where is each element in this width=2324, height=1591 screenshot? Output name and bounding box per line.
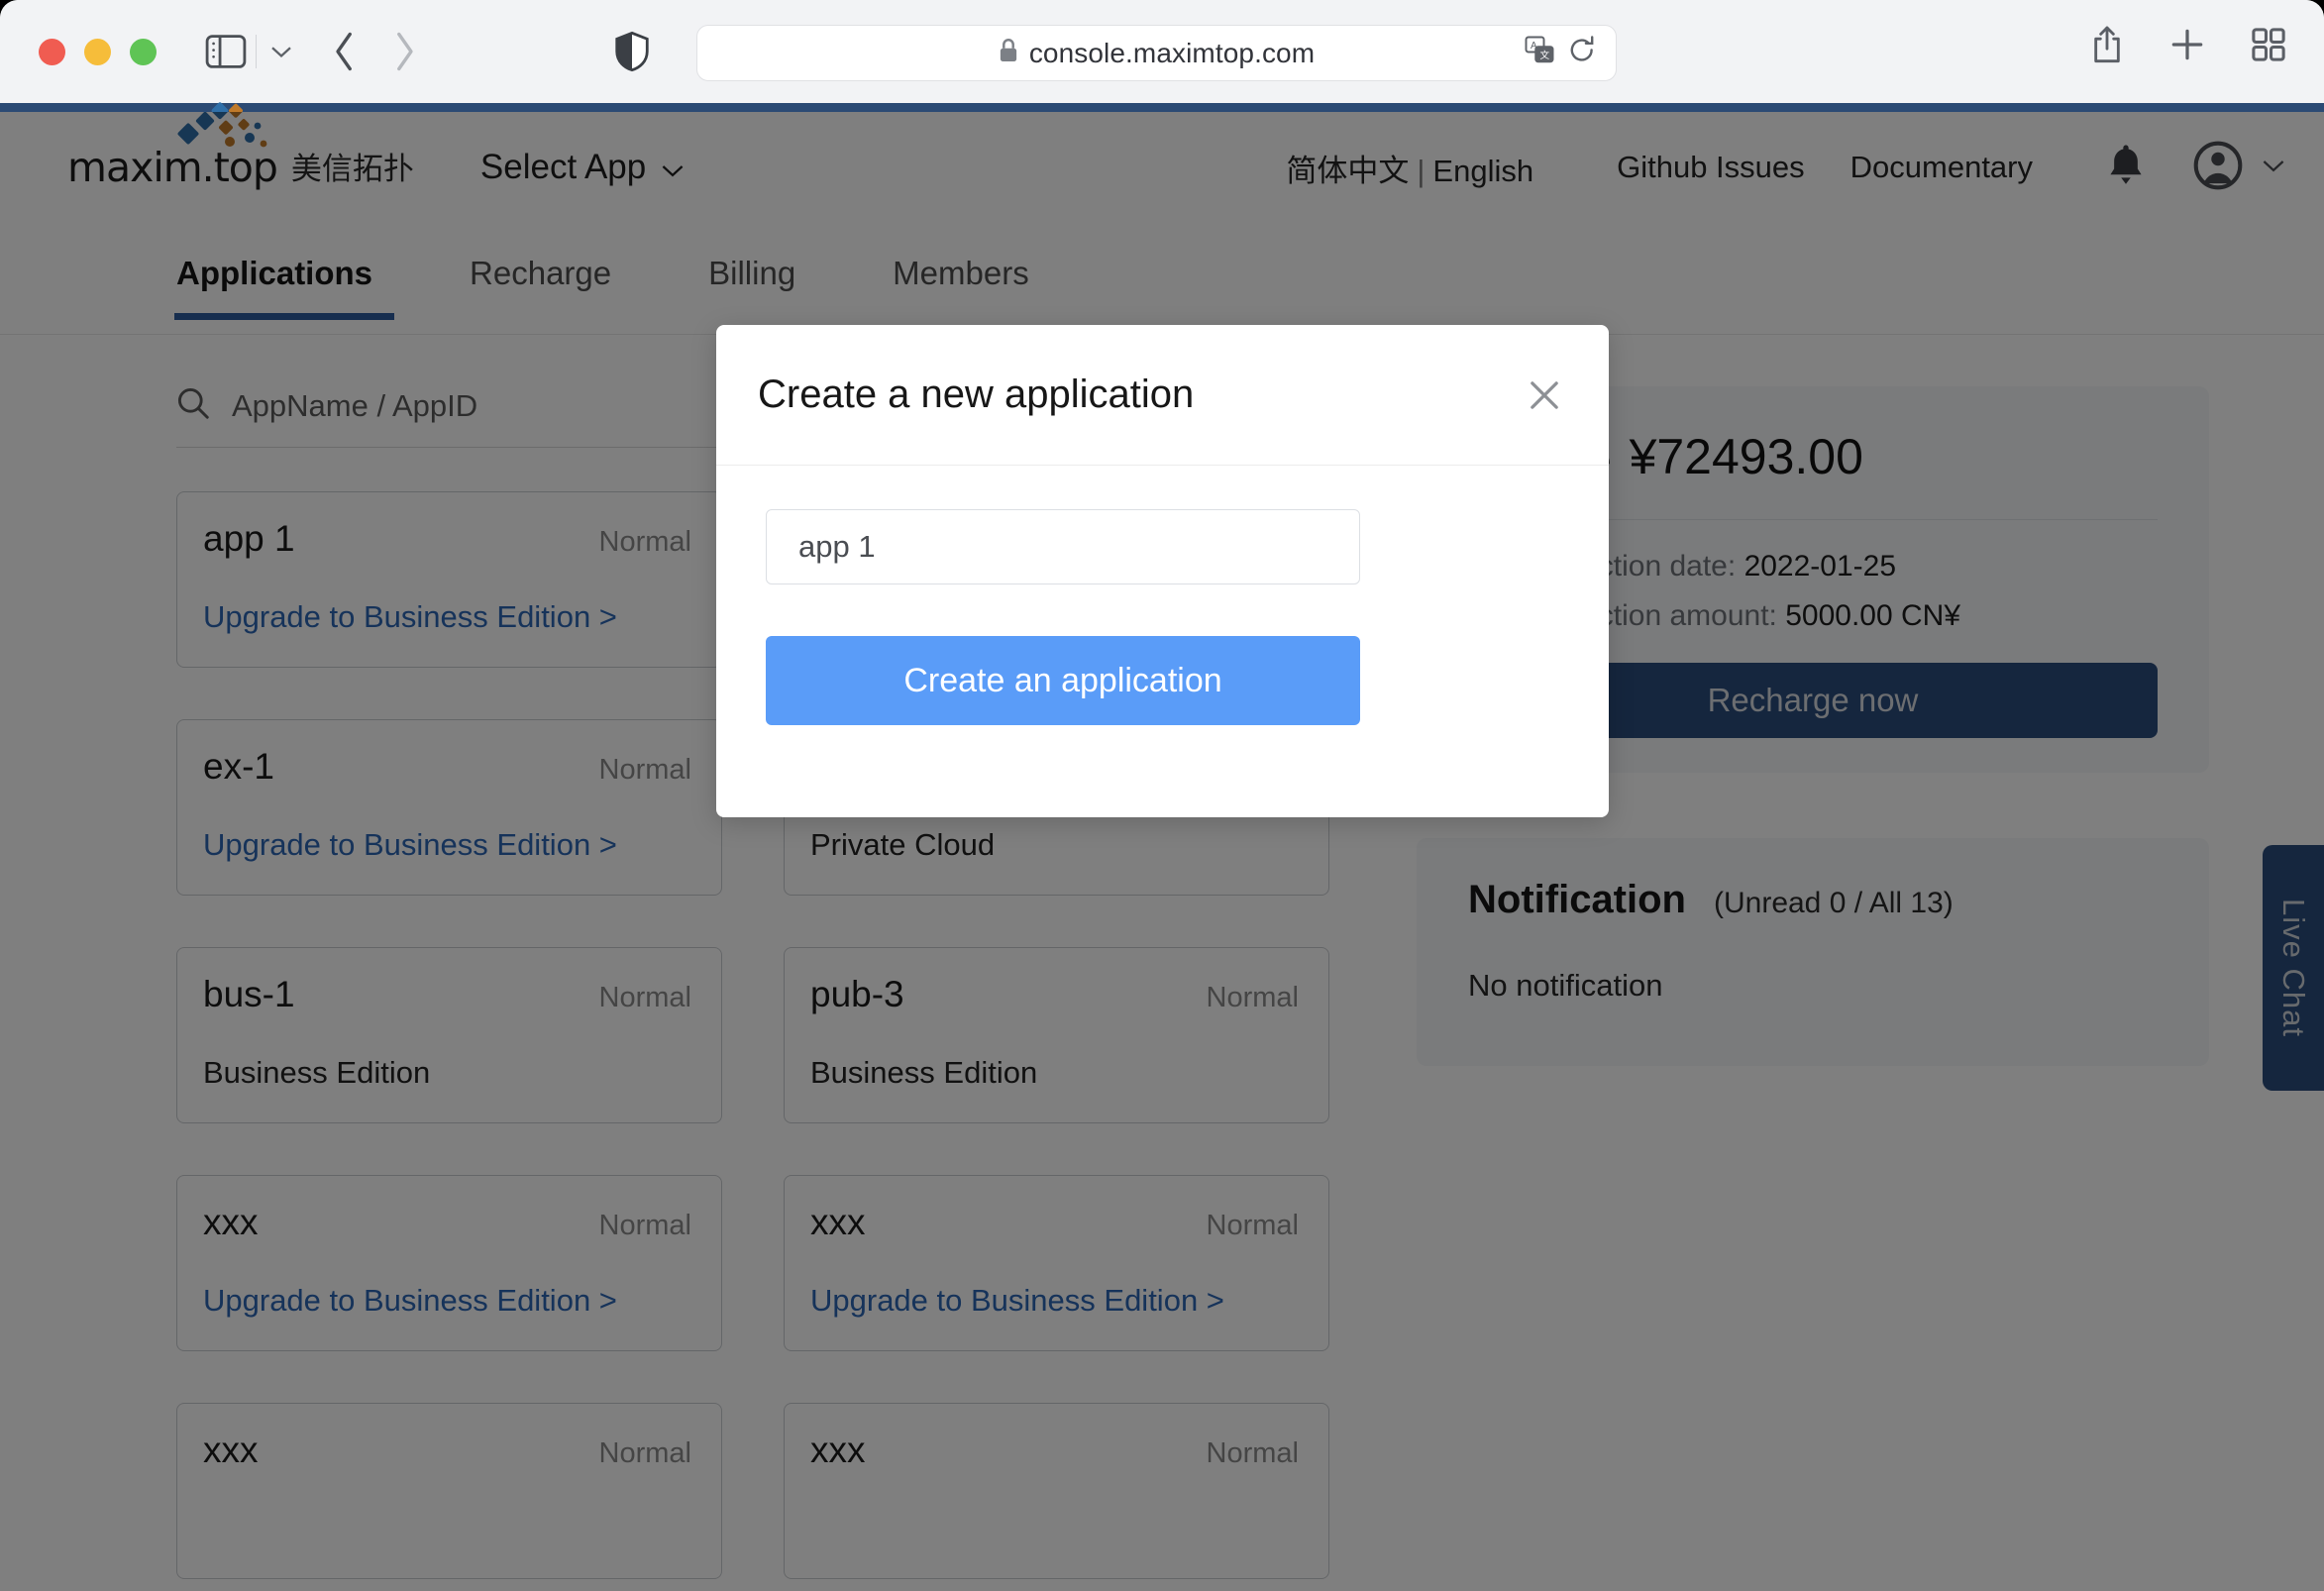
svg-text:文: 文 (1539, 50, 1549, 61)
sidebar-toggle-icon[interactable] (200, 27, 252, 76)
translate-icon[interactable]: A 文 (1525, 36, 1554, 70)
browser-toolbar: console.maximtop.com A 文 (0, 0, 2324, 103)
plus-icon[interactable] (2169, 27, 2205, 67)
toolbar-divider (256, 35, 257, 68)
browser-window: console.maximtop.com A 文 Create a new ap… (0, 0, 2324, 1591)
tab-overview-icon[interactable] (2251, 27, 2286, 67)
page-top-accent-bar (0, 103, 2324, 112)
forward-arrow-icon[interactable] (387, 29, 421, 74)
app-name-input[interactable]: app 1 (766, 509, 1360, 584)
close-window-button[interactable] (39, 38, 65, 65)
create-application-button[interactable]: Create an application (766, 636, 1360, 725)
share-icon[interactable] (2090, 25, 2124, 69)
address-bar[interactable]: console.maximtop.com A 文 (696, 25, 1617, 81)
url-text: console.maximtop.com (1028, 37, 1316, 68)
modal-title: Create a new application (758, 372, 1195, 416)
reload-icon[interactable] (1568, 36, 1596, 70)
create-application-modal: Create a new application app 1 Create an… (716, 325, 1609, 817)
chevron-down-icon[interactable] (261, 27, 302, 76)
maximize-window-button[interactable] (130, 38, 157, 65)
minimize-window-button[interactable] (84, 38, 111, 65)
close-icon[interactable] (1526, 376, 1563, 414)
back-arrow-icon[interactable] (328, 29, 362, 74)
shield-icon[interactable] (615, 31, 649, 72)
window-traffic-lights (39, 38, 157, 65)
lock-icon (999, 38, 1018, 68)
